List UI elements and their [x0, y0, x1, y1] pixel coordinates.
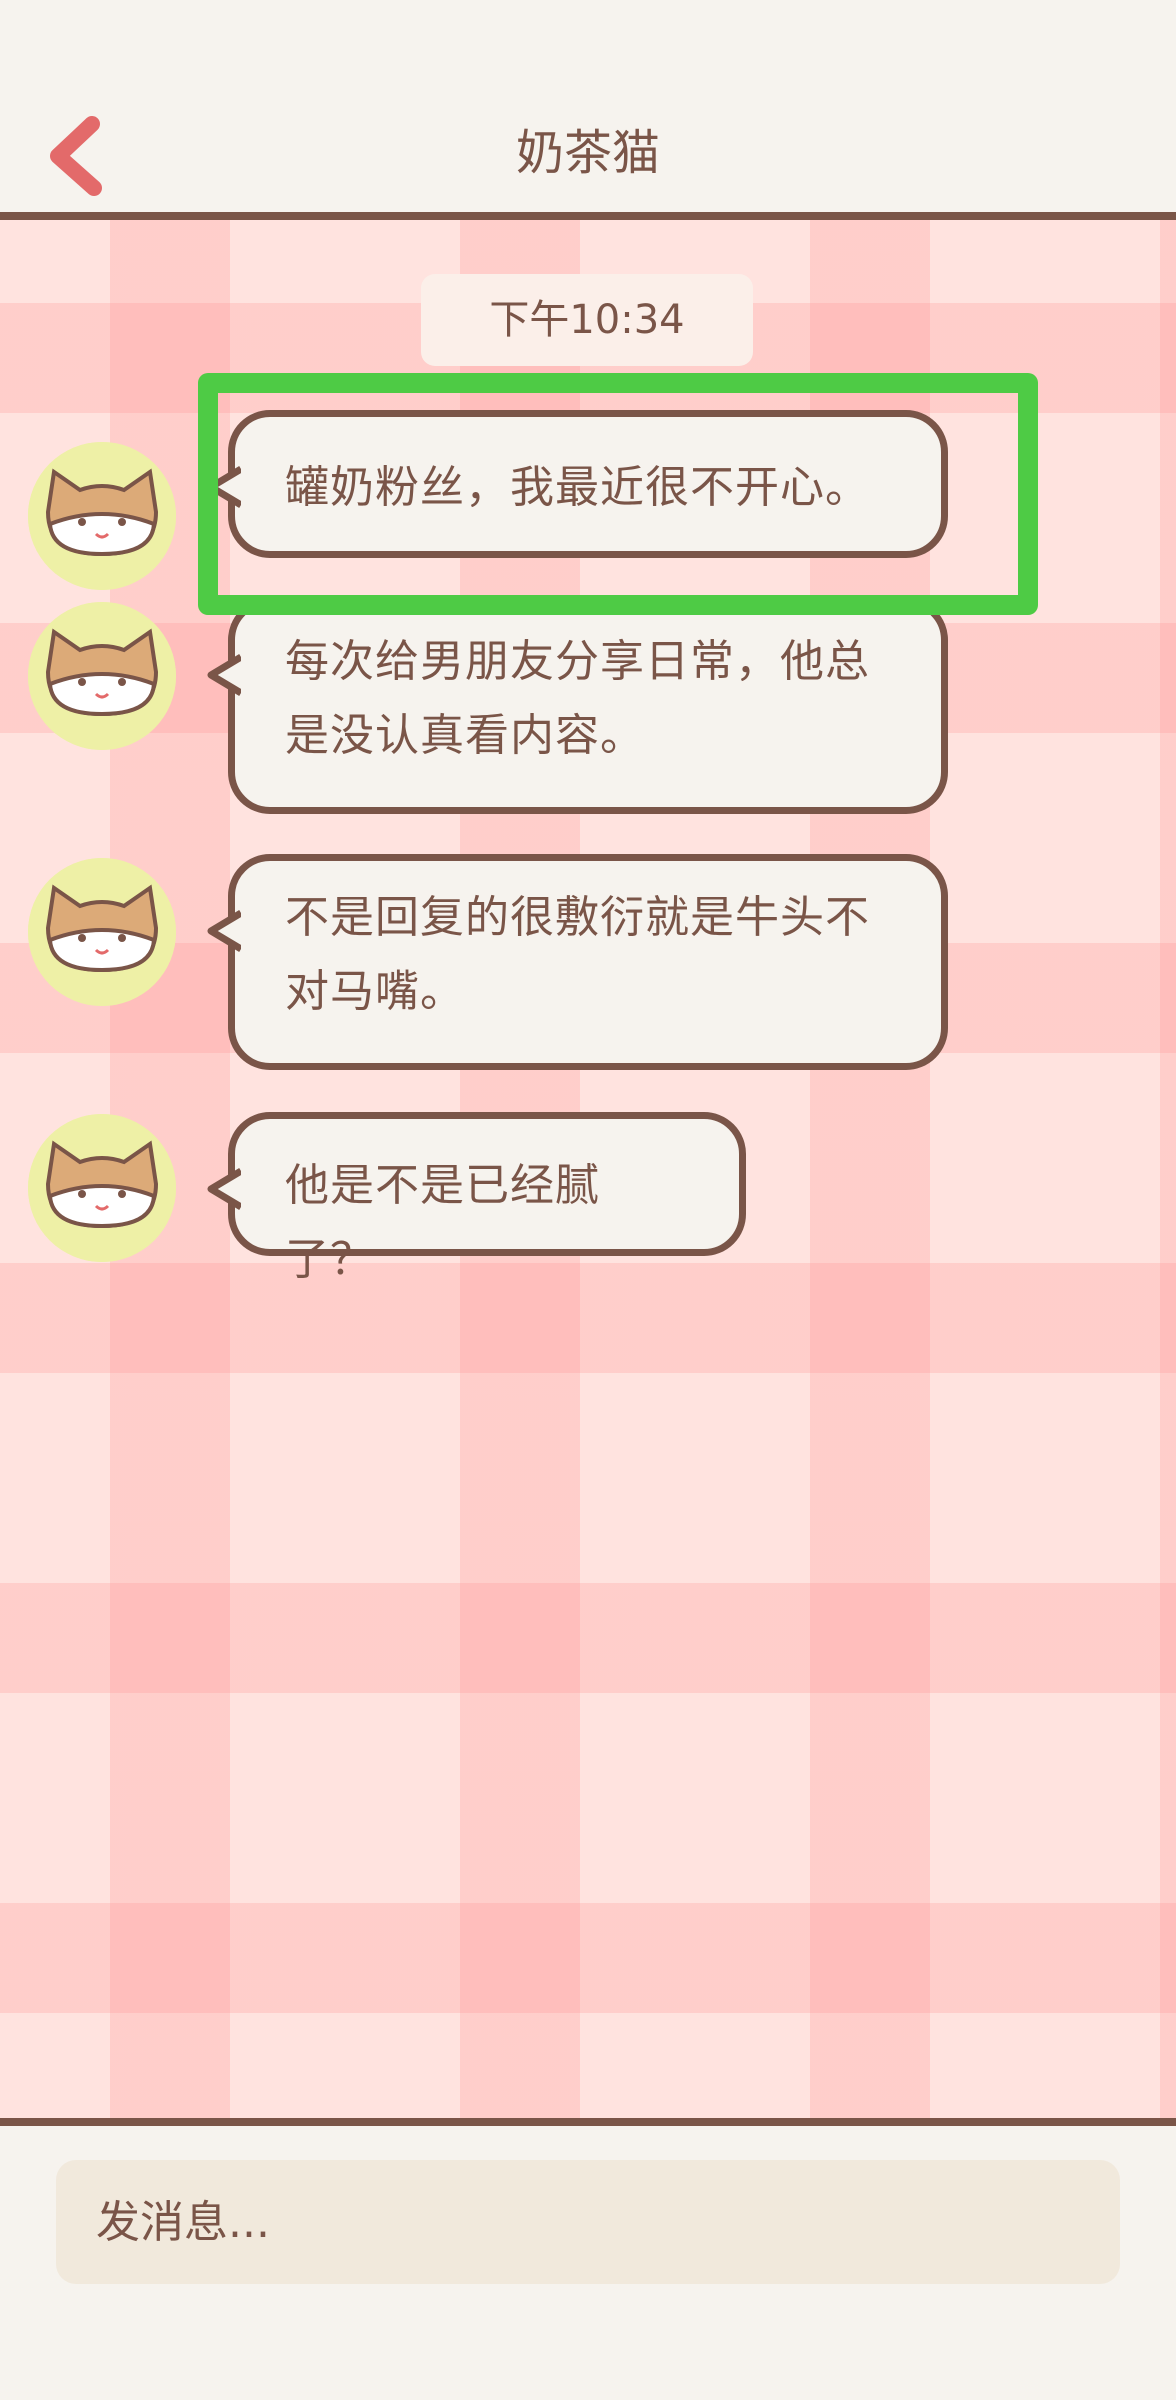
message-text: 他是不是已经腻了？ — [285, 1160, 600, 1285]
page-title: 奶茶猫 — [515, 125, 660, 181]
cat-avatar-icon — [28, 442, 176, 590]
message-bubble[interactable]: 他是不是已经腻了？ — [207, 1112, 746, 1285]
header-bar: 奶茶猫 — [0, 0, 1176, 220]
cat-avatar-icon — [28, 858, 176, 1006]
avatar[interactable] — [28, 1114, 176, 1262]
message-text-line: 不是回复的很敷衍就是牛头不 — [285, 892, 870, 943]
message-bubble[interactable]: 罐奶粉丝，我最近很不开心。 — [207, 410, 948, 558]
avatar[interactable] — [28, 602, 176, 750]
message-bubble[interactable]: 不是回复的很敷衍就是牛头不 对马嘴。 — [207, 854, 948, 1070]
input-bar — [0, 2118, 1176, 2400]
chat-area[interactable]: 下午10:34 罐奶粉丝，我最近很不开心。 每次给男朋友分享日常，他总 是没认真… — [0, 220, 1176, 2118]
message-input[interactable] — [56, 2160, 1120, 2284]
cat-avatar-icon — [28, 1114, 176, 1262]
avatar[interactable] — [28, 442, 176, 590]
message-bubble[interactable]: 每次给男朋友分享日常，他总 是没认真看内容。 — [207, 598, 948, 814]
message-text: 罐奶粉丝，我最近很不开心。 — [285, 462, 870, 513]
message-text-line: 每次给男朋友分享日常，他总 — [285, 636, 870, 687]
message-text-line: 对马嘴。 — [285, 966, 465, 1017]
cat-avatar-icon — [28, 602, 176, 750]
avatar[interactable] — [28, 858, 176, 1006]
timestamp-badge: 下午10:34 — [421, 274, 753, 366]
message-text-line: 是没认真看内容。 — [285, 710, 645, 761]
